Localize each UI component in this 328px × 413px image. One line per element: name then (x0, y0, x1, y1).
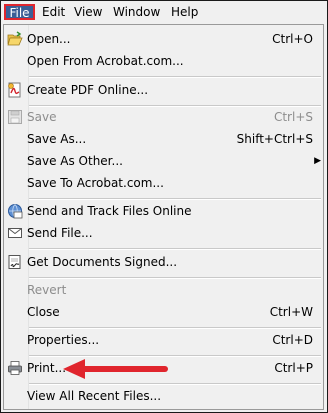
menu-item-revert[interactable]: Revert (4, 279, 323, 301)
menu-item-label: Save As Other... (27, 154, 123, 168)
menu-item-get-documents-signed[interactable]: Get Documents Signed... (4, 251, 323, 273)
menu-item-label: Open... (27, 32, 71, 46)
printer-icon (7, 360, 23, 376)
menu-item-shortcut: Ctrl+O (272, 32, 313, 46)
menu-item-label: Send and Track Files Online (27, 204, 192, 218)
create-pdf-icon (7, 82, 23, 98)
acrobat-window: File Edit View Window Help Open... Ctrl+… (0, 0, 328, 413)
annotation-arrow-icon (63, 359, 168, 379)
menu-item-shortcut: Ctrl+P (274, 361, 313, 375)
menu-item-shortcut: Ctrl+W (269, 305, 313, 319)
menu-item-properties[interactable]: Properties... Ctrl+D (4, 329, 323, 351)
file-dropdown-menu: Open... Ctrl+O Open From Acrobat.com... … (3, 24, 324, 410)
menu-help[interactable]: Help (166, 3, 203, 21)
folder-open-icon (7, 31, 23, 47)
menu-item-label: Save (27, 110, 57, 124)
menu-separator (29, 248, 321, 250)
menu-item-label: Revert (27, 283, 67, 297)
menu-view[interactable]: View (69, 3, 107, 21)
send-track-icon (7, 203, 23, 219)
menu-bar: File Edit View Window Help (1, 1, 327, 23)
menu-item-label: Get Documents Signed... (27, 255, 178, 269)
menu-separator (29, 76, 321, 78)
save-icon (7, 109, 23, 125)
menu-item-save[interactable]: Save Ctrl+S (4, 106, 323, 128)
menu-file[interactable]: File (4, 4, 35, 20)
menu-item-create-pdf-online[interactable]: Create PDF Online... (4, 79, 323, 101)
menu-item-send-and-track[interactable]: Send and Track Files Online (4, 200, 323, 222)
menu-item-view-all-recent[interactable]: View All Recent Files... (4, 385, 323, 407)
menu-item-save-to-acrobat[interactable]: Save To Acrobat.com... (4, 172, 323, 194)
menu-item-shortcut: Ctrl+D (272, 333, 313, 347)
menu-item-open[interactable]: Open... Ctrl+O (4, 28, 323, 50)
menu-item-open-from-acrobat[interactable]: Open From Acrobat.com... (4, 50, 323, 72)
menu-item-save-as-other[interactable]: Save As Other... ▶ (4, 150, 323, 172)
menu-item-close[interactable]: Close Ctrl+W (4, 301, 323, 323)
menu-item-send-file[interactable]: Send File... (4, 222, 323, 244)
menu-item-label: Send File... (27, 226, 93, 240)
menu-window[interactable]: Window (108, 3, 165, 21)
sign-icon (7, 254, 23, 270)
menu-item-label: Properties... (27, 333, 100, 347)
menu-item-shortcut: Ctrl+S (273, 110, 313, 124)
menu-item-save-as[interactable]: Save As... Shift+Ctrl+S (4, 128, 323, 150)
menu-item-label: Open From Acrobat.com... (27, 54, 184, 68)
menu-item-label: Create PDF Online... (27, 83, 149, 97)
submenu-arrow-icon: ▶ (314, 156, 321, 166)
menu-edit[interactable]: Edit (37, 3, 70, 21)
menu-item-label: Close (27, 305, 60, 319)
menu-item-shortcut: Shift+Ctrl+S (236, 132, 313, 146)
envelope-icon (7, 225, 23, 241)
menu-item-label: Save As... (27, 132, 87, 146)
menu-item-label: View All Recent Files... (27, 389, 162, 403)
menu-item-label: Save To Acrobat.com... (27, 176, 164, 190)
